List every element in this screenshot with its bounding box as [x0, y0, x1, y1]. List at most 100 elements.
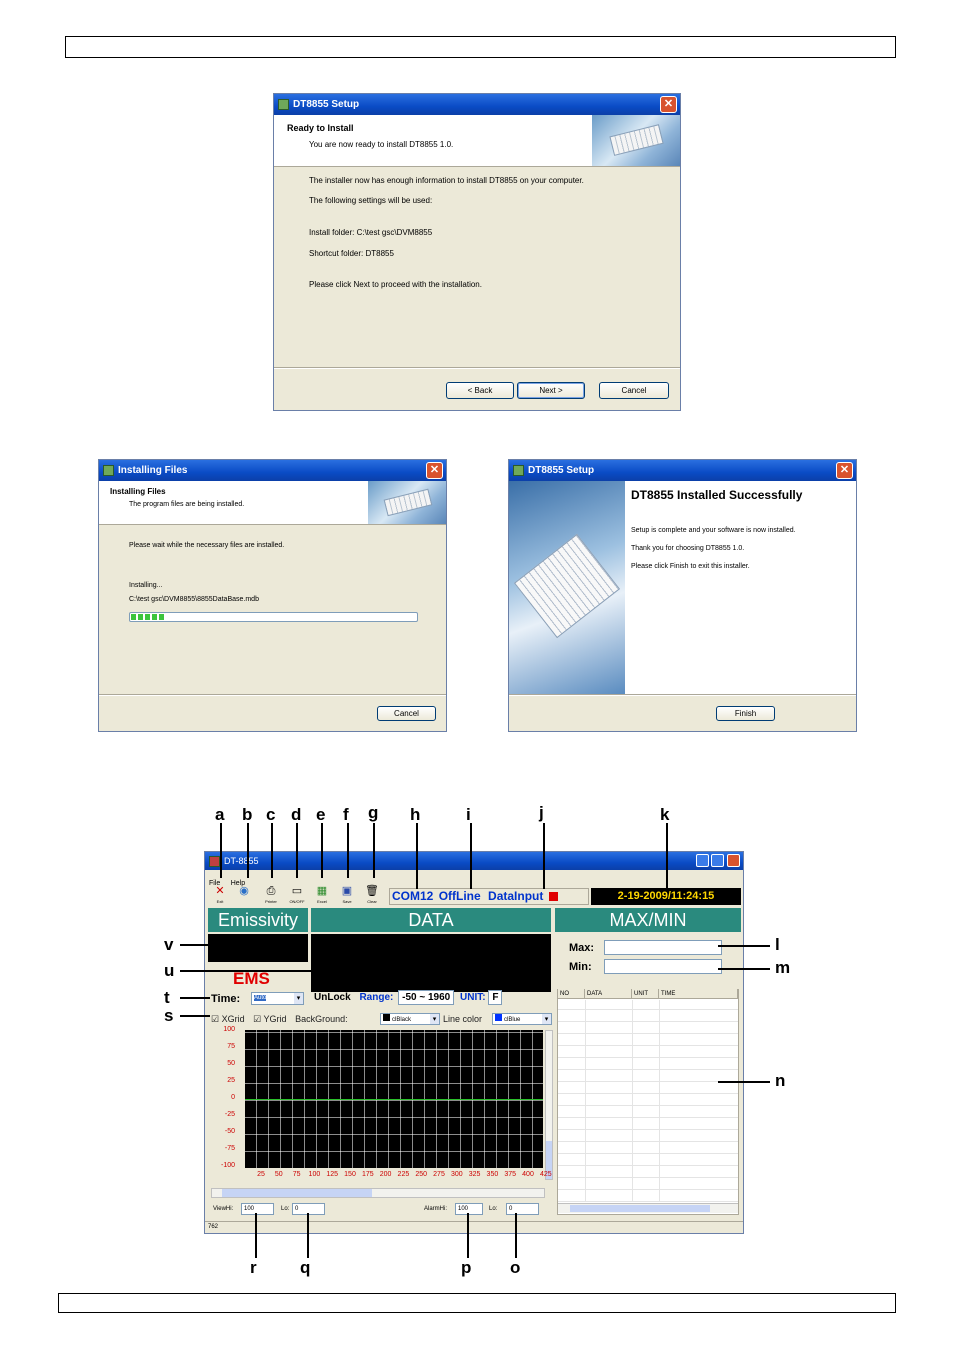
onoff-icon: ▭ — [291, 885, 303, 897]
onoff-tool-button[interactable]: ▭ ON/OFF — [287, 885, 307, 907]
maxmin-header: MAX/MIN — [555, 908, 741, 932]
wait-text: Please wait while the necessary files ar… — [129, 542, 285, 549]
zero-line — [245, 1099, 543, 1100]
col-no: NO — [558, 989, 585, 999]
leader-r — [255, 1213, 257, 1258]
unlock-label[interactable]: UnLock — [314, 992, 351, 1003]
maximize-button[interactable] — [711, 854, 724, 867]
y-tick-label: 0 — [231, 1094, 235, 1101]
app-title-bar[interactable]: DT-8855 — [205, 852, 743, 870]
lock-range-bar: UnLock Range: -50 ~ 1960 UNIT: F — [311, 989, 551, 1006]
exit-tool-button[interactable]: ✕ Exit — [210, 885, 230, 907]
close-button[interactable]: ✕ — [660, 96, 677, 113]
alarmlo-label: Lo: — [489, 1206, 498, 1212]
app-icon — [278, 99, 289, 110]
viewhi-field[interactable]: 100 — [241, 1203, 274, 1215]
xgrid-checkbox[interactable]: ☑ — [211, 1014, 219, 1024]
callout-o: o — [510, 1258, 521, 1277]
next-button[interactable]: Next > — [517, 382, 585, 399]
background-select[interactable]: clBlack — [380, 1013, 440, 1025]
minimize-button[interactable] — [696, 854, 709, 867]
trash-icon: 🗑 — [365, 885, 379, 897]
title-bar[interactable]: Installing Files ✕ — [99, 460, 446, 481]
ygrid-label: YGrid — [263, 1014, 287, 1024]
printer-tool-button[interactable]: ⎙ Printer — [261, 885, 281, 907]
alarmhi-field[interactable]: 100 — [455, 1203, 483, 1215]
alarmlo-field[interactable]: 0 — [506, 1203, 539, 1215]
installing-dialog: Installing Files ✕ Installing Files The … — [98, 459, 447, 732]
close-button[interactable]: ✕ — [836, 462, 853, 479]
leader-i — [470, 823, 472, 889]
content-pane: DT8855 Installed Successfully Setup is c… — [625, 481, 856, 694]
table-hscrollbar[interactable] — [558, 1203, 738, 1213]
time-select[interactable]: Auto — [251, 992, 304, 1005]
finish-instruction-text: Please click Finish to exit this install… — [631, 563, 750, 570]
leader-f — [347, 823, 349, 878]
ygrid-checkbox[interactable]: ☑ — [253, 1014, 261, 1024]
min-field[interactable] — [604, 959, 722, 974]
callout-c: c — [266, 805, 276, 824]
leader-p — [467, 1213, 469, 1258]
emissivity-header: Emissivity — [208, 908, 308, 932]
callout-b: b — [242, 805, 253, 824]
status-count: 762 — [208, 1224, 219, 1230]
app-title: DT-8855 — [224, 856, 259, 866]
footer-box — [58, 1293, 896, 1313]
keyboard-side-image — [509, 481, 625, 694]
callout-d: d — [291, 805, 302, 824]
leader-o — [515, 1213, 517, 1258]
keyboard-image — [368, 481, 446, 524]
back-button[interactable]: < Back — [446, 382, 514, 399]
window-title: DT8855 Setup — [293, 99, 360, 110]
callout-t: t — [164, 988, 170, 1007]
callout-f: f — [343, 805, 349, 824]
leader-q — [307, 1213, 309, 1258]
xgrid-label: XGrid — [221, 1014, 245, 1024]
max-field[interactable] — [604, 940, 722, 955]
close-button[interactable]: ✕ — [426, 462, 443, 479]
info-line-2: The following settings will be used: — [309, 196, 433, 205]
cancel-button[interactable]: Cancel — [599, 382, 669, 399]
success-heading: DT8855 Installed Successfully — [631, 488, 803, 502]
excel-tool-button[interactable]: ▦ Excel — [312, 885, 332, 907]
time-label: Time: — [211, 993, 241, 1005]
title-bar[interactable]: DT8855 Setup ✕ — [509, 460, 856, 481]
leader-u — [180, 970, 320, 972]
unit-label: UNIT: — [460, 992, 486, 1003]
linecolor-select[interactable]: clBlue — [492, 1013, 552, 1025]
leader-a — [220, 823, 222, 878]
y-tick-label: 75 — [227, 1043, 235, 1050]
callout-v: v — [164, 935, 174, 954]
connect-tool-button[interactable]: ◉ — [234, 885, 254, 907]
col-unit: UNIT — [632, 989, 659, 999]
max-label: Max: — [569, 942, 595, 954]
y-tick-label: -50 — [224, 1128, 235, 1135]
save-tool-button[interactable]: ▣ Save — [337, 885, 357, 907]
datetime-display: 2-19-2009/11:24:15 — [591, 888, 741, 905]
printer-icon: ⎙ — [266, 885, 276, 897]
thank-you-text: Thank you for choosing DT8855 1.0. — [631, 545, 745, 552]
callout-e: e — [316, 805, 326, 824]
cancel-button[interactable]: Cancel — [377, 706, 436, 721]
status-strip: COM12 OffLine DataInput — [389, 888, 589, 905]
install-folder-text: Install folder: C:\test gsc\DVM8855 — [309, 228, 433, 237]
banner: Ready to Install You are now ready to in… — [274, 115, 680, 167]
callout-a: a — [215, 805, 225, 824]
chart-hscrollbar[interactable] — [211, 1188, 545, 1198]
close-button[interactable] — [727, 854, 740, 867]
range-value: -50 ~ 1960 — [398, 990, 455, 1005]
linecolor-label: Line color — [443, 1014, 483, 1024]
save-icon: ▣ — [341, 885, 353, 897]
finish-button[interactable]: Finish — [716, 706, 775, 721]
clear-tool-button[interactable]: 🗑 Clear — [362, 885, 382, 907]
title-bar[interactable]: DT8855 Setup ✕ — [274, 94, 680, 115]
chart-vscrollbar[interactable] — [545, 1030, 553, 1180]
callout-g: g — [368, 803, 379, 822]
y-tick-label: -25 — [224, 1111, 235, 1118]
callout-m: m — [775, 958, 791, 977]
callout-j: j — [539, 803, 544, 822]
setup-dialog-ready: DT8855 Setup ✕ Ready to Install You are … — [273, 93, 681, 411]
range-label: Range: — [359, 992, 394, 1003]
min-label: Min: — [569, 961, 592, 973]
app-icon — [103, 465, 114, 476]
